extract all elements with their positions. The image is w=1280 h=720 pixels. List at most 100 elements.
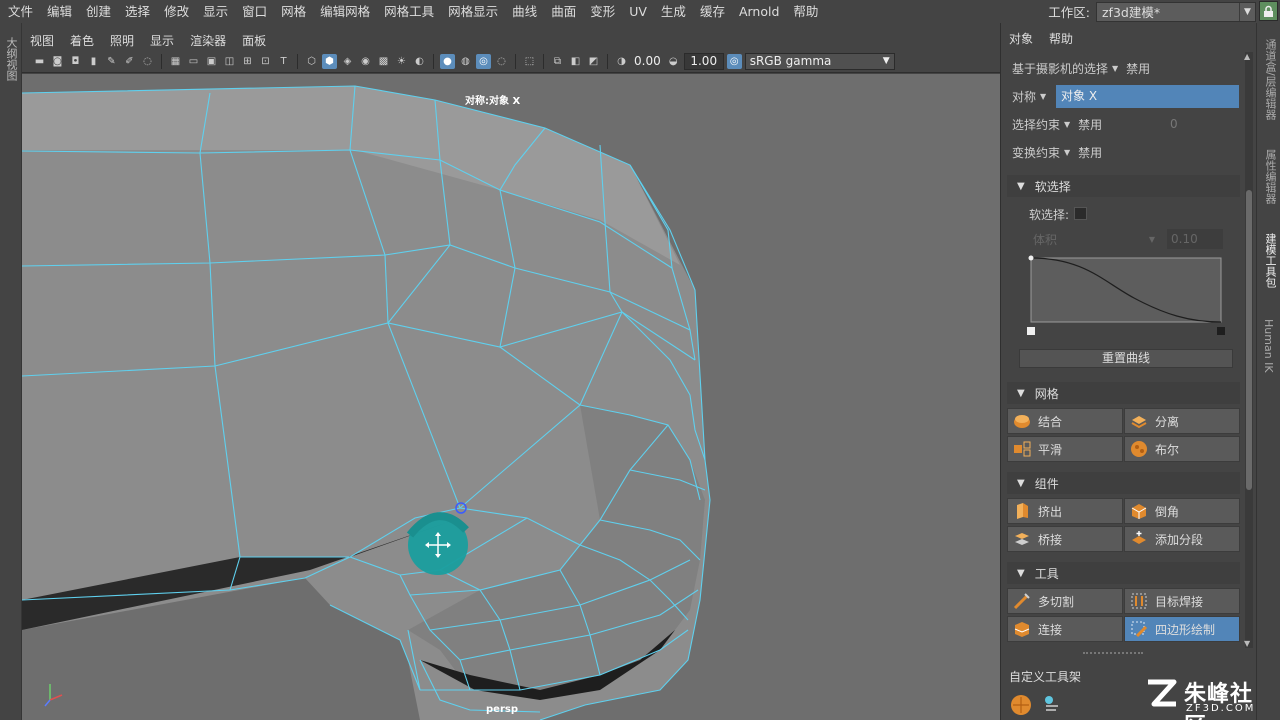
menu-cache[interactable]: 缓存 <box>692 0 731 23</box>
xray-icon[interactable]: ⧉ <box>550 54 565 69</box>
tab-channel-box[interactable]: 通道盒/层编辑器 <box>1262 39 1278 120</box>
soft-select-mode-dropdown[interactable]: 体积 ▼ <box>1029 229 1161 249</box>
camera-based-selection-row[interactable]: 基于摄影机的选择 ▼ 禁用 <box>1012 57 1150 79</box>
soft-select-checkbox[interactable] <box>1074 207 1087 220</box>
xray-active-icon[interactable]: ◧ <box>568 54 583 69</box>
symmetry-value-field[interactable]: 对象 X <box>1056 85 1239 108</box>
isolate-select-icon[interactable]: ⬚ <box>522 54 537 69</box>
gate-mask-icon[interactable]: ◫ <box>222 54 237 69</box>
connect-button[interactable]: 连接 <box>1007 616 1123 642</box>
resolution-gate-icon[interactable]: ▣ <box>204 54 219 69</box>
menu-mesh[interactable]: 网格 <box>273 0 312 23</box>
field-chart-icon[interactable]: ⊞ <box>240 54 255 69</box>
gamma-icon[interactable]: ◒ <box>666 54 681 69</box>
textured-icon[interactable]: ▩ <box>376 54 391 69</box>
bookmark-icon[interactable]: ◘ <box>68 54 83 69</box>
vp-menu-panels[interactable]: 面板 <box>234 32 274 49</box>
default-material-icon[interactable]: ◉ <box>358 54 373 69</box>
tab-attribute-editor[interactable]: 属性编辑器 <box>1262 149 1278 204</box>
menu-mesh-display[interactable]: 网格显示 <box>440 0 504 23</box>
camera-attr-icon[interactable]: ◙ <box>50 54 65 69</box>
camera-select-icon[interactable]: ▬ <box>32 54 47 69</box>
menu-window[interactable]: 窗口 <box>234 0 273 23</box>
curve-min-swatch[interactable] <box>1027 327 1035 335</box>
menu-edit[interactable]: 编辑 <box>39 0 78 23</box>
vp-menu-lighting[interactable]: 照明 <box>102 32 142 49</box>
tools-section-header[interactable]: ▼ 工具 <box>1007 562 1240 584</box>
menu-create[interactable]: 创建 <box>78 0 117 23</box>
color-space-dropdown[interactable]: sRGB gamma ▼ <box>744 52 895 70</box>
multi-cut-button[interactable]: 多切割 <box>1007 588 1123 614</box>
menu-modify[interactable]: 修改 <box>156 0 195 23</box>
menu-uv[interactable]: UV <box>621 0 653 23</box>
separate-button[interactable]: 分离 <box>1124 408 1240 434</box>
ambient-occlusion-icon[interactable]: ● <box>440 53 455 69</box>
wireframe-icon[interactable]: ⬡ <box>304 54 319 69</box>
bridge-button[interactable]: 桥接 <box>1007 526 1123 552</box>
motion-blur-icon[interactable]: ◍ <box>458 54 473 69</box>
lock-icon[interactable] <box>1259 1 1278 21</box>
falloff-curve-editor[interactable] <box>1024 252 1230 338</box>
panel-scrollbar-thumb[interactable] <box>1246 190 1252 490</box>
menu-display[interactable]: 显示 <box>195 0 234 23</box>
select-constraint-row[interactable]: 选择约束 ▼ 禁用 <box>1012 113 1102 135</box>
exposure-value[interactable]: 0.00 <box>632 54 663 68</box>
2d-pan-icon[interactable]: ◌ <box>140 54 155 69</box>
symmetry-row[interactable]: 对称 ▼ <box>1012 85 1054 107</box>
shelf-resize-handle[interactable] <box>1083 652 1143 656</box>
menu-mesh-tools[interactable]: 网格工具 <box>376 0 440 23</box>
quad-draw-button[interactable]: 四边形绘制 <box>1124 616 1240 642</box>
menu-edit-mesh[interactable]: 编辑网格 <box>312 0 376 23</box>
tab-human-ik[interactable]: Human IK <box>1262 319 1275 373</box>
lights-icon[interactable]: ☀ <box>394 54 409 69</box>
image-plane-icon[interactable]: ▮ <box>86 54 101 69</box>
bevel-button[interactable]: 倒角 <box>1124 498 1240 524</box>
shadows-icon[interactable]: ◐ <box>412 54 427 69</box>
mesh-section-header[interactable]: ▼ 网格 <box>1007 382 1240 404</box>
vp-menu-shading[interactable]: 着色 <box>62 32 102 49</box>
safe-action-icon[interactable]: ⊡ <box>258 54 273 69</box>
gamma-value[interactable]: 1.00 <box>683 52 724 70</box>
safe-title-icon[interactable]: T <box>276 54 291 69</box>
smooth-shade-icon[interactable]: ⬢ <box>322 53 337 69</box>
shelf-script-icon[interactable] <box>1040 694 1062 716</box>
menu-select[interactable]: 选择 <box>117 0 156 23</box>
soft-select-section-header[interactable]: ▼ 软选择 <box>1007 175 1240 197</box>
menu-arnold[interactable]: Arnold <box>731 0 785 23</box>
viewport-canvas[interactable] <box>22 74 1000 720</box>
add-divisions-button[interactable]: 添加分段 <box>1124 526 1240 552</box>
vp-menu-show[interactable]: 显示 <box>142 32 182 49</box>
anti-aliasing-icon[interactable]: ◎ <box>476 53 491 69</box>
smooth-button[interactable]: 平滑 <box>1007 436 1123 462</box>
curve-max-swatch[interactable] <box>1217 327 1225 335</box>
falloff-radius-field[interactable]: 0.10 <box>1167 229 1223 249</box>
tab-modeling-toolkit[interactable]: 建模工具包 <box>1262 233 1278 288</box>
menu-curves[interactable]: 曲线 <box>504 0 543 23</box>
vp-menu-view[interactable]: 视图 <box>22 32 62 49</box>
color-management-icon[interactable]: ◎ <box>726 53 742 69</box>
menu-surfaces[interactable]: 曲面 <box>543 0 582 23</box>
panel-menu-help[interactable]: 帮助 <box>1041 29 1081 49</box>
transform-constraint-row[interactable]: 变换约束 ▼ 禁用 <box>1012 141 1102 163</box>
grease-pencil-icon[interactable]: ✐ <box>122 54 137 69</box>
wireframe-on-shaded-icon[interactable]: ◈ <box>340 54 355 69</box>
vp-menu-renderer[interactable]: 渲染器 <box>182 32 234 49</box>
exposure-icon[interactable]: ◑ <box>614 54 629 69</box>
reset-curve-button[interactable]: 重置曲线 <box>1019 349 1233 368</box>
extrude-button[interactable]: 挤出 <box>1007 498 1123 524</box>
depth-of-field-icon[interactable]: ◌ <box>494 54 509 69</box>
target-weld-button[interactable]: 目标焊接 <box>1124 588 1240 614</box>
pan-zoom-icon[interactable]: ✎ <box>104 54 119 69</box>
menu-deform[interactable]: 变形 <box>582 0 621 23</box>
menu-help[interactable]: 帮助 <box>785 0 824 23</box>
panel-menu-object[interactable]: 对象 <box>1001 29 1041 49</box>
components-section-header[interactable]: ▼ 组件 <box>1007 472 1240 494</box>
xray-joints-icon[interactable]: ◩ <box>586 54 601 69</box>
outliner-tab[interactable]: 大纲视图 <box>3 37 19 81</box>
film-gate-icon[interactable]: ▭ <box>186 54 201 69</box>
menu-file[interactable]: 文件 <box>0 0 39 23</box>
grid-icon[interactable]: ▦ <box>168 54 183 69</box>
workspace-dropdown[interactable]: zf3d建模* ▼ <box>1096 1 1256 22</box>
menu-generate[interactable]: 生成 <box>653 0 692 23</box>
curve-key-start[interactable] <box>1028 255 1034 261</box>
